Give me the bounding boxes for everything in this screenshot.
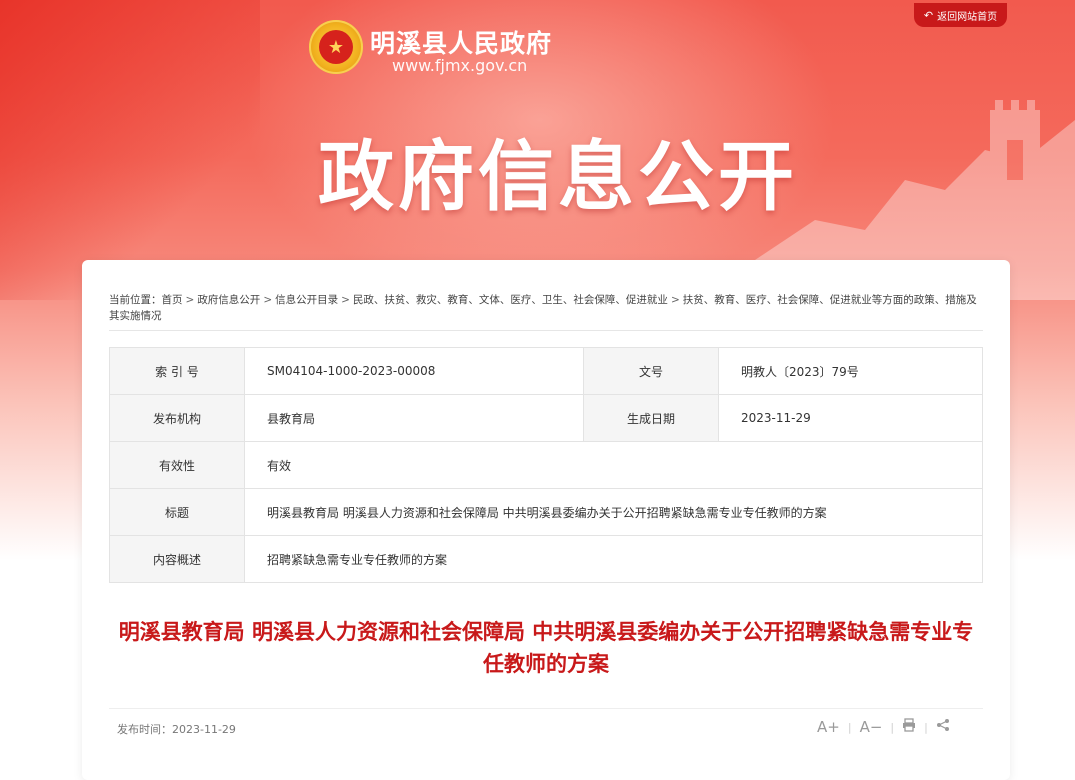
table-row: 标题 明溪县教育局 明溪县人力资源和社会保障局 中共明溪县委编办关于公开招聘紧缺… [109, 488, 983, 536]
date-value: 2023-11-29 [718, 394, 983, 442]
breadcrumb-item-category[interactable]: 民政、扶贫、救灾、教育、文体、医疗、卫生、社会保障、促进就业 [353, 294, 668, 306]
return-arrow-icon: ↶ [923, 8, 934, 22]
validity-value: 有效 [244, 441, 983, 489]
banner-title: 政府信息公开 [318, 132, 798, 221]
toolbar-separator: | [890, 720, 895, 734]
content-card: 当前位置：首页 > 政府信息公开 > 信息公开目录 > 民政、扶贫、救灾、教育、文体、医疗、… [82, 260, 1010, 780]
print-icon[interactable] [902, 718, 916, 736]
breadcrumb: 当前位置：首页 > 政府信息公开 > 信息公开目录 > 民政、扶贫、救灾、教育、文体、医疗、… [109, 292, 985, 324]
toolbar-separator: | [847, 720, 852, 734]
index-label: 索 引 号 [109, 347, 245, 395]
font-decrease-button[interactable]: A− [860, 718, 883, 736]
publish-date: 发布时间：2023-11-29 [117, 721, 236, 737]
title-value: 明溪县教育局 明溪县人力资源和社会保障局 中共明溪县委编办关于公开招聘紧缺急需专… [244, 488, 983, 536]
breadcrumb-prefix: 当前位置： [109, 294, 162, 306]
table-row: 索 引 号 SM04104-1000-2023-00008 文号 明教人〔202… [109, 347, 983, 395]
breadcrumb-item-catalog[interactable]: 信息公开目录 [275, 294, 338, 306]
title-label: 标题 [109, 488, 245, 536]
article-title: 明溪县教育局 明溪县人力资源和社会保障局 中共明溪县委编办关于公开招聘紧缺急需专… [118, 620, 974, 676]
date-label: 生成日期 [583, 394, 719, 442]
table-row: 有效性 有效 [109, 441, 983, 489]
summary-value: 招聘紧缺急需专业专任教师的方案 [244, 535, 983, 583]
article-toolbar: A+ | A− | | [817, 718, 950, 736]
breadcrumb-separator: > [670, 294, 680, 306]
metadata-table: 索 引 号 SM04104-1000-2023-00008 文号 明教人〔202… [109, 347, 983, 583]
publish-date-value: 2023-11-29 [172, 723, 236, 736]
font-increase-button[interactable]: A+ [817, 718, 840, 736]
site-name[interactable]: 明溪县人民政府 [370, 24, 552, 60]
share-icon[interactable] [936, 718, 950, 736]
validity-label: 有效性 [109, 441, 245, 489]
breadcrumb-separator: > [341, 294, 350, 306]
national-emblem-logo: ★ [309, 20, 363, 74]
breadcrumb-divider [109, 330, 983, 331]
breadcrumb-item-disclosure[interactable]: 政府信息公开 [197, 294, 260, 306]
star-icon: ★ [319, 30, 353, 64]
article-divider [109, 708, 983, 709]
breadcrumb-item-home[interactable]: 首页 [162, 294, 183, 306]
publish-date-label: 发布时间： [117, 723, 172, 736]
docno-label: 文号 [583, 347, 719, 395]
table-row: 内容概述 招聘紧缺急需专业专任教师的方案 [109, 535, 983, 583]
summary-label: 内容概述 [109, 535, 245, 583]
toolbar-separator: | [924, 720, 928, 734]
breadcrumb-separator: > [185, 294, 195, 306]
return-home-label: 返回网站首页 [937, 11, 998, 23]
site-url[interactable]: www.fjmx.gov.cn [392, 56, 527, 75]
index-value: SM04104-1000-2023-00008 [244, 347, 584, 395]
org-value: 县教育局 [244, 394, 584, 442]
breadcrumb-separator: > [263, 294, 273, 306]
table-row: 发布机构 县教育局 生成日期 2023-11-29 [109, 394, 983, 442]
return-home-button[interactable]: ↶ 返回网站首页 [914, 3, 1007, 27]
docno-value: 明教人〔2023〕79号 [718, 347, 983, 395]
org-label: 发布机构 [109, 394, 245, 442]
